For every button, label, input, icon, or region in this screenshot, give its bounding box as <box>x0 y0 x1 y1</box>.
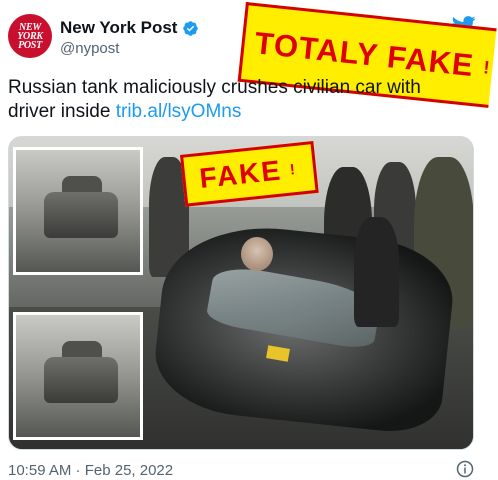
tweet-text: Russian tank maliciously crushes civilia… <box>8 76 460 124</box>
avatar[interactable]: NEW YORK POST <box>8 14 52 58</box>
stamp-small-mark: ! <box>288 160 298 179</box>
author-name-row: New York Post <box>60 18 199 38</box>
display-name[interactable]: New York Post <box>60 18 177 38</box>
driver <box>241 237 273 271</box>
tank-hull <box>44 357 118 403</box>
tweet-timestamp[interactable]: 10:59 AM · Feb 25, 2022 <box>8 462 173 479</box>
stamp-small-label: FAKE <box>197 154 284 194</box>
inset-photo-tank-bottom <box>13 312 143 440</box>
photo-person <box>354 217 399 327</box>
tweet-link[interactable]: trib.al/lsyOMns <box>116 101 242 122</box>
avatar-logo-text: NEW YORK POST <box>17 21 43 51</box>
info-icon[interactable] <box>456 460 474 478</box>
handle[interactable]: @nypost <box>60 40 119 57</box>
inset-photo-tank-top <box>13 147 143 275</box>
stamp-big-mark: ! <box>482 56 492 78</box>
tank-hull <box>44 192 118 238</box>
verified-badge-icon <box>183 20 199 36</box>
